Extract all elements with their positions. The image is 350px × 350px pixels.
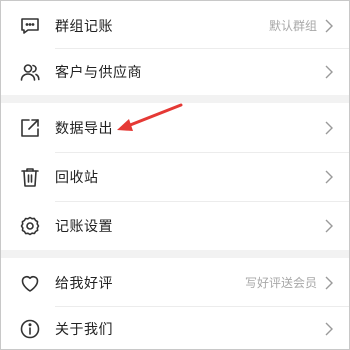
- menu-item-label: 关于我们: [55, 322, 113, 338]
- menu-item-hint: 默认群组: [268, 19, 317, 33]
- chevron-right-icon: [325, 170, 333, 184]
- menu-group-1: 群组记账 默认群组 客户与供应商: [1, 1, 349, 95]
- menu-item-label: 数据导出: [55, 120, 113, 137]
- menu-item-label: 客户与供应商: [55, 64, 142, 81]
- menu-item-hint: 写好评送会员: [244, 276, 317, 290]
- gear-icon: [19, 215, 41, 237]
- menu-item-label: 记账设置: [55, 218, 113, 235]
- menu-item-label: 给我好评: [55, 275, 113, 292]
- menu-item-label: 回收站: [55, 169, 99, 186]
- menu-item-data-export[interactable]: 数据导出: [1, 103, 349, 152]
- menu-item-rate-us[interactable]: 给我好评 写好评送会员: [1, 258, 349, 307]
- users-icon: [19, 61, 41, 83]
- menu-item-ledger-settings[interactable]: 记账设置: [1, 201, 349, 250]
- menu-item-label: 群组记账: [55, 18, 113, 35]
- menu-item-customers-suppliers[interactable]: 客户与供应商: [1, 47, 349, 96]
- chevron-right-icon: [325, 121, 333, 135]
- settings-menu: 群组记账 默认群组 客户与供应商 数据导出 回收站 记账设置 给我好评 写好评送…: [0, 0, 350, 350]
- menu-group-3: 给我好评 写好评送会员 关于我们: [1, 258, 349, 349]
- menu-item-recycle-bin[interactable]: 回收站: [1, 152, 349, 201]
- menu-item-group-ledger[interactable]: 群组记账 默认群组: [1, 1, 349, 50]
- chevron-right-icon: [325, 65, 333, 79]
- chevron-right-icon: [325, 219, 333, 233]
- chevron-right-icon: [325, 322, 333, 336]
- export-icon: [19, 117, 41, 139]
- heart-icon: [19, 272, 41, 294]
- trash-icon: [19, 166, 41, 188]
- menu-item-about-us[interactable]: 关于我们: [1, 307, 349, 349]
- info-icon: [19, 318, 41, 340]
- chevron-right-icon: [325, 19, 333, 33]
- menu-group-2: 数据导出 回收站 记账设置: [1, 103, 349, 250]
- chevron-right-icon: [325, 276, 333, 290]
- chat-bubble-icon: [19, 15, 41, 37]
